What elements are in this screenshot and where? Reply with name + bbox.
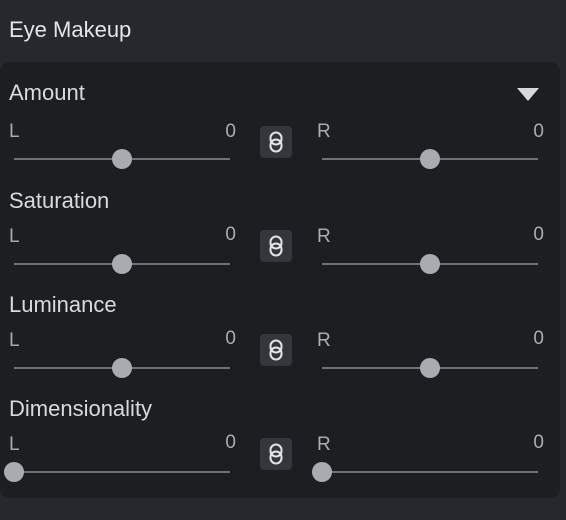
- slider-thumb[interactable]: [112, 358, 132, 378]
- panel-header: Eye Makeup: [0, 0, 566, 60]
- right-value: 0: [533, 121, 544, 142]
- right-value: 0: [533, 328, 544, 349]
- link-toggle-button[interactable]: [260, 334, 292, 366]
- left-value: 0: [225, 328, 236, 349]
- amount-right-slider[interactable]: [322, 148, 538, 170]
- slider-thumb[interactable]: [4, 462, 24, 482]
- slider-thumb[interactable]: [420, 254, 440, 274]
- section-title-saturation: Saturation: [9, 188, 110, 213]
- slider-track: [322, 471, 538, 473]
- section-amount: Amount L 0 R 0: [0, 80, 560, 184]
- section-saturation: Saturation L 0 R 0: [0, 188, 560, 292]
- section-title-luminance: Luminance: [9, 292, 117, 317]
- link-chain-icon: [269, 131, 283, 153]
- right-label: R: [317, 121, 331, 142]
- left-label: L: [9, 330, 20, 351]
- right-label: R: [317, 226, 331, 247]
- link-toggle-button[interactable]: [260, 126, 292, 158]
- left-value: 0: [225, 121, 236, 142]
- luminance-left-slider[interactable]: [14, 357, 230, 379]
- triangle-down-icon[interactable]: [517, 88, 539, 102]
- saturation-right-slider[interactable]: [322, 253, 538, 275]
- right-label: R: [317, 434, 331, 455]
- dimensionality-left-slider[interactable]: [4, 461, 230, 483]
- section-title-amount: Amount: [9, 80, 85, 105]
- section-title-dimensionality: Dimensionality: [9, 396, 153, 421]
- link-toggle-button[interactable]: [260, 438, 292, 470]
- amount-left-slider[interactable]: [14, 148, 230, 170]
- left-label: L: [9, 226, 20, 247]
- slider-thumb[interactable]: [112, 254, 132, 274]
- slider-thumb[interactable]: [420, 358, 440, 378]
- link-chain-icon: [269, 339, 283, 361]
- left-label: L: [9, 434, 20, 455]
- slider-thumb[interactable]: [112, 149, 132, 169]
- right-value: 0: [533, 432, 544, 453]
- eye-makeup-panel: Amount L 0 R 0 Saturation L 0 R 0 Lumina…: [0, 62, 560, 498]
- section-luminance: Luminance L 0 R 0: [0, 292, 560, 396]
- section-dimensionality: Dimensionality L 0 R 0: [0, 396, 560, 500]
- panel-title: Eye Makeup: [9, 17, 132, 42]
- link-chain-icon: [269, 443, 283, 465]
- right-label: R: [317, 330, 331, 351]
- slider-thumb[interactable]: [312, 462, 332, 482]
- link-toggle-button[interactable]: [260, 230, 292, 262]
- left-value: 0: [225, 224, 236, 245]
- luminance-right-slider[interactable]: [322, 357, 538, 379]
- slider-thumb[interactable]: [420, 149, 440, 169]
- left-value: 0: [225, 432, 236, 453]
- right-value: 0: [533, 224, 544, 245]
- link-chain-icon: [269, 235, 283, 257]
- slider-track: [14, 471, 230, 473]
- left-label: L: [9, 121, 20, 142]
- dimensionality-right-slider[interactable]: [312, 461, 538, 483]
- saturation-left-slider[interactable]: [14, 253, 230, 275]
